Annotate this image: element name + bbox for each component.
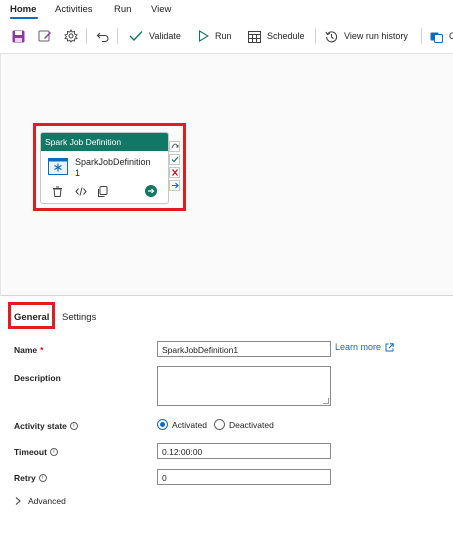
schedule-label: Schedule	[267, 31, 305, 41]
activated-radio[interactable]: Activated	[157, 419, 207, 430]
save-icon[interactable]	[11, 29, 25, 43]
chevron-right-icon	[15, 497, 21, 505]
view-run-history-label: View run history	[344, 31, 408, 41]
view-run-history-button[interactable]: View run history	[325, 27, 408, 45]
info-icon[interactable]: i	[49, 448, 58, 456]
learn-more-link[interactable]: Learn more	[335, 342, 394, 352]
activity-state-radio-group: Activated Deactivated	[157, 419, 274, 430]
menu-tab-run[interactable]: Run	[114, 4, 131, 15]
copy-icon	[430, 32, 443, 43]
name-label: Name *	[14, 345, 43, 355]
activity-body: SparkJobDefinition 1	[41, 151, 168, 203]
menu-bar: Home Activities Run View	[0, 0, 453, 19]
deactivated-radio[interactable]: Deactivated	[213, 419, 274, 430]
required-marker: *	[40, 345, 44, 355]
deactivated-radio-circle[interactable]	[213, 419, 225, 430]
name-label-text: Name	[14, 345, 38, 355]
toolbar-separator	[117, 28, 118, 44]
retry-label-text: Retry	[14, 473, 36, 483]
info-icon[interactable]: i	[69, 422, 78, 430]
spark-job-activity[interactable]: Spark Job Definition SparkJobDefinition …	[40, 132, 169, 204]
advanced-expander[interactable]: Advanced	[15, 496, 66, 506]
resize-handle[interactable]	[323, 398, 329, 404]
activity-state-label-text: Activity state	[14, 421, 67, 431]
timeout-label-text: Timeout	[14, 447, 47, 457]
activity-name-line2: 1	[75, 168, 81, 178]
run-label: Run	[215, 31, 232, 41]
code-icon[interactable]	[75, 186, 87, 199]
activity-type-header: Spark Job Definition	[41, 133, 168, 151]
tab-settings[interactable]: Settings	[62, 312, 96, 323]
info-icon[interactable]: i	[38, 474, 47, 482]
toolbar: Validate Run Schedule View run history C	[0, 21, 453, 51]
spark-job-definition-icon	[48, 158, 68, 177]
timeout-label: Timeout i	[14, 447, 58, 457]
deactivated-label: Deactivated	[228, 419, 274, 430]
play-icon	[198, 30, 209, 42]
menu-tab-activities[interactable]: Activities	[55, 4, 92, 15]
toolbar-separator	[421, 28, 422, 44]
calendar-icon	[248, 30, 261, 43]
activated-label: Activated	[172, 419, 207, 430]
tab-general[interactable]: General	[14, 312, 49, 323]
toolbar-separator	[315, 28, 316, 44]
description-label-text: Description	[14, 373, 61, 383]
active-tab-indicator	[10, 17, 38, 19]
menu-tab-home[interactable]: Home	[10, 4, 36, 15]
external-link-icon	[385, 342, 394, 351]
activated-radio-circle[interactable]	[157, 419, 168, 430]
undo-icon[interactable]	[96, 29, 110, 43]
copy-button[interactable]: C	[430, 27, 453, 45]
activity-name: SparkJobDefinition 1	[75, 157, 165, 179]
name-input[interactable]: SparkJobDefinition1	[157, 341, 331, 357]
learn-more-text: Learn more	[335, 342, 382, 352]
timeout-input[interactable]: 0.12:00:00	[157, 443, 331, 459]
skip-port-icon[interactable]	[169, 141, 180, 152]
activity-state-label: Activity state i	[14, 421, 78, 431]
failure-port-icon[interactable]	[169, 167, 180, 178]
copy-label: C	[449, 31, 453, 41]
validate-label: Validate	[149, 31, 181, 41]
success-port-icon[interactable]	[169, 154, 180, 165]
delete-icon[interactable]	[52, 186, 63, 199]
menu-tab-view[interactable]: View	[151, 4, 171, 15]
retry-input[interactable]: 0	[157, 469, 331, 485]
history-icon	[325, 30, 338, 42]
toolbar-separator	[86, 28, 87, 44]
retry-label: Retry i	[14, 473, 47, 483]
edit-icon[interactable]	[38, 29, 52, 43]
clone-icon[interactable]	[97, 186, 108, 199]
check-icon	[129, 31, 143, 42]
completion-port-icon[interactable]	[169, 180, 180, 191]
gear-icon[interactable]	[64, 29, 78, 43]
description-label: Description	[14, 373, 61, 383]
advanced-label: Advanced	[28, 496, 66, 506]
activity-output-ports	[169, 141, 180, 193]
go-arrow-icon[interactable]	[145, 185, 157, 199]
activity-name-line1: SparkJobDefinition	[75, 157, 151, 167]
run-button[interactable]: Run	[198, 27, 232, 45]
schedule-button[interactable]: Schedule	[248, 27, 305, 45]
description-textarea[interactable]	[157, 366, 331, 406]
validate-button[interactable]: Validate	[129, 27, 181, 45]
